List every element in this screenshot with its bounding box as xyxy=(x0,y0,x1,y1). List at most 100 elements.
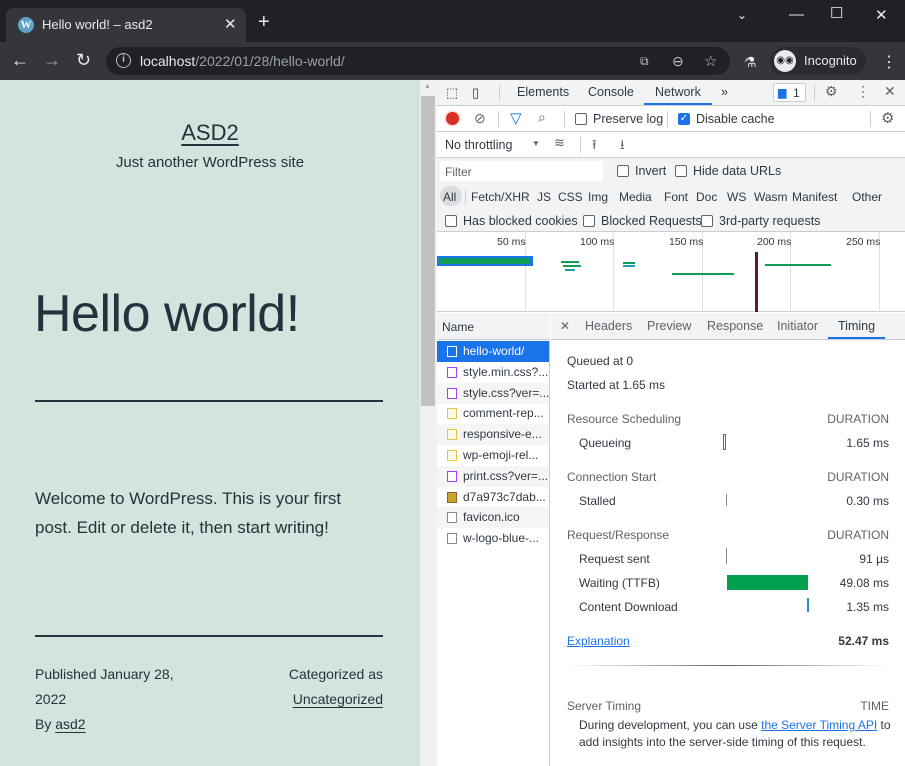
type-filter-doc[interactable]: Doc xyxy=(696,190,717,204)
overview-tick: 200 ms xyxy=(757,236,792,248)
more-tabs-button[interactable]: » xyxy=(721,85,728,99)
clear-icon[interactable]: ⊘ xyxy=(474,110,486,127)
network-overview[interactable]: 50 ms 100 ms 150 ms 200 ms 250 ms xyxy=(437,232,905,312)
request-row[interactable]: d7a973c7dab... xyxy=(437,487,549,508)
title-bar: W Hello world! – asd2 ✕ + ⌄ — ☐ ✕ xyxy=(0,0,905,42)
translate-icon[interactable]: ⧉ xyxy=(640,54,649,69)
tab-network[interactable]: Network xyxy=(655,85,701,99)
star-icon[interactable]: ☆ xyxy=(704,52,717,70)
dropdown-arrow-icon[interactable]: ▼ xyxy=(532,139,540,148)
blocked-requests-checkbox[interactable] xyxy=(583,215,595,227)
request-row[interactable]: style.min.css?... xyxy=(437,362,549,383)
overview-tick: 250 ms xyxy=(846,236,881,248)
request-name: responsive-e... xyxy=(463,427,542,442)
throttling-toolbar: No throttling ▼ ≋ ⭱ ⭳ xyxy=(437,132,905,158)
tab-timing[interactable]: Timing xyxy=(838,319,875,333)
address-bar[interactable]: i localhost/2022/01/28/hello-world/ ⧉ ⊖ … xyxy=(106,47,730,75)
import-har-icon[interactable]: ⭱ xyxy=(592,136,597,158)
issues-button[interactable]: ▆ 1 xyxy=(773,83,806,102)
tab-elements[interactable]: Elements xyxy=(517,85,569,99)
scroll-up-icon[interactable]: ▲ xyxy=(424,83,431,90)
tab-search-icon[interactable]: ⌄ xyxy=(737,8,747,22)
timing-row-value: 1.65 ms xyxy=(846,436,889,450)
disable-cache-checkbox[interactable]: ✓ xyxy=(678,113,690,125)
back-icon[interactable]: ← xyxy=(11,51,29,69)
has-blocked-cookies-checkbox[interactable] xyxy=(445,215,457,227)
post-meta-published: Published January 28, 2022 By asd2 xyxy=(35,662,195,737)
network-settings-icon[interactable]: ⚙ xyxy=(881,109,894,127)
inspect-element-icon[interactable]: ⬚ xyxy=(446,85,458,101)
queued-at: Queued at 0 xyxy=(567,354,634,368)
category-link[interactable]: Uncategorized xyxy=(293,691,383,707)
minimize-icon[interactable]: — xyxy=(789,6,804,23)
tab-preview[interactable]: Preview xyxy=(647,319,691,333)
overview-bar xyxy=(561,261,579,263)
zoom-out-icon[interactable]: ⊖ xyxy=(672,53,684,70)
tab-headers[interactable]: Headers xyxy=(585,319,632,333)
network-conditions-icon[interactable]: ≋ xyxy=(554,135,565,151)
tab-console[interactable]: Console xyxy=(588,85,634,99)
search-icon[interactable]: ⌕ xyxy=(538,109,546,126)
request-row[interactable]: responsive-e... xyxy=(437,424,549,446)
type-filter-manifest[interactable]: Manifest xyxy=(792,190,837,204)
request-row[interactable]: w-logo-blue-... xyxy=(437,528,549,549)
incognito-profile-button[interactable]: ◉◉ Incognito xyxy=(770,47,866,75)
throttling-select[interactable]: No throttling xyxy=(445,138,512,152)
forward-icon[interactable]: → xyxy=(43,51,61,69)
close-icon[interactable]: ✕ xyxy=(875,6,888,24)
type-filter-font[interactable]: Font xyxy=(664,190,688,204)
separator xyxy=(499,85,500,101)
request-row[interactable]: style.css?ver=... xyxy=(437,382,549,404)
menu-icon[interactable]: ⋮ xyxy=(881,52,897,72)
more-options-icon[interactable]: ⋮ xyxy=(856,83,870,100)
request-row[interactable]: hello-world/ xyxy=(437,341,549,362)
author-link[interactable]: asd2 xyxy=(55,716,85,732)
type-filter-js[interactable]: JS xyxy=(537,190,551,204)
type-filter-wasm[interactable]: Wasm xyxy=(754,190,788,204)
site-title-link[interactable]: ASD2 xyxy=(0,120,420,146)
invert-checkbox[interactable] xyxy=(617,165,629,177)
device-toolbar-icon[interactable]: ▯ xyxy=(472,85,479,101)
type-filter-other[interactable]: Other xyxy=(852,190,882,204)
settings-icon[interactable]: ⚙ xyxy=(825,83,838,100)
scrollbar-thumb[interactable] xyxy=(421,96,435,406)
third-party-checkbox[interactable] xyxy=(701,215,713,227)
separator xyxy=(564,111,565,127)
close-devtools-icon[interactable]: ✕ xyxy=(884,83,896,100)
type-filter-all[interactable]: All xyxy=(443,190,456,204)
close-tab-icon[interactable]: ✕ xyxy=(224,15,237,33)
request-detail: ✕ Headers Preview Response Initiator Tim… xyxy=(551,313,905,766)
request-row[interactable]: print.css?ver=... xyxy=(437,465,549,487)
page-scrollbar[interactable]: ▲ xyxy=(420,80,437,766)
server-timing-api-link[interactable]: the Server Timing API xyxy=(761,718,877,732)
record-icon[interactable] xyxy=(446,112,459,125)
type-filter-media[interactable]: Media xyxy=(619,190,652,204)
tab-initiator[interactable]: Initiator xyxy=(777,319,818,333)
filter-input[interactable]: Filter xyxy=(440,161,603,181)
overview-bar xyxy=(563,265,581,267)
third-party-label: 3rd-party requests xyxy=(719,214,821,228)
hide-data-urls-checkbox[interactable] xyxy=(675,165,687,177)
type-filter-img[interactable]: Img xyxy=(588,190,608,204)
tab-response[interactable]: Response xyxy=(707,319,763,333)
type-filter-fetchxhr[interactable]: Fetch/XHR xyxy=(471,190,530,204)
divider xyxy=(35,400,383,402)
labs-icon[interactable]: ⚗ xyxy=(744,54,757,71)
request-row[interactable]: favicon.ico xyxy=(437,507,549,529)
timing-row-value: 0.30 ms xyxy=(846,494,889,508)
reload-icon[interactable]: ↻ xyxy=(76,51,91,69)
close-detail-icon[interactable]: ✕ xyxy=(560,319,570,333)
request-row[interactable]: comment-rep... xyxy=(437,403,549,424)
maximize-icon[interactable]: ☐ xyxy=(830,4,843,22)
filter-icon[interactable]: ▽ xyxy=(510,109,522,127)
info-icon[interactable]: i xyxy=(116,53,131,68)
browser-tab[interactable]: W Hello world! – asd2 ✕ xyxy=(6,8,246,42)
explanation-link[interactable]: Explanation xyxy=(567,634,630,648)
preserve-log-checkbox[interactable] xyxy=(575,113,587,125)
new-tab-icon[interactable]: + xyxy=(258,12,270,32)
request-row[interactable]: wp-emoji-rel... xyxy=(437,445,549,466)
export-har-icon[interactable]: ⭳ xyxy=(620,136,625,158)
type-filter-ws[interactable]: WS xyxy=(727,190,746,204)
type-filter-css[interactable]: CSS xyxy=(558,190,583,204)
name-column-header[interactable]: Name xyxy=(437,313,550,340)
